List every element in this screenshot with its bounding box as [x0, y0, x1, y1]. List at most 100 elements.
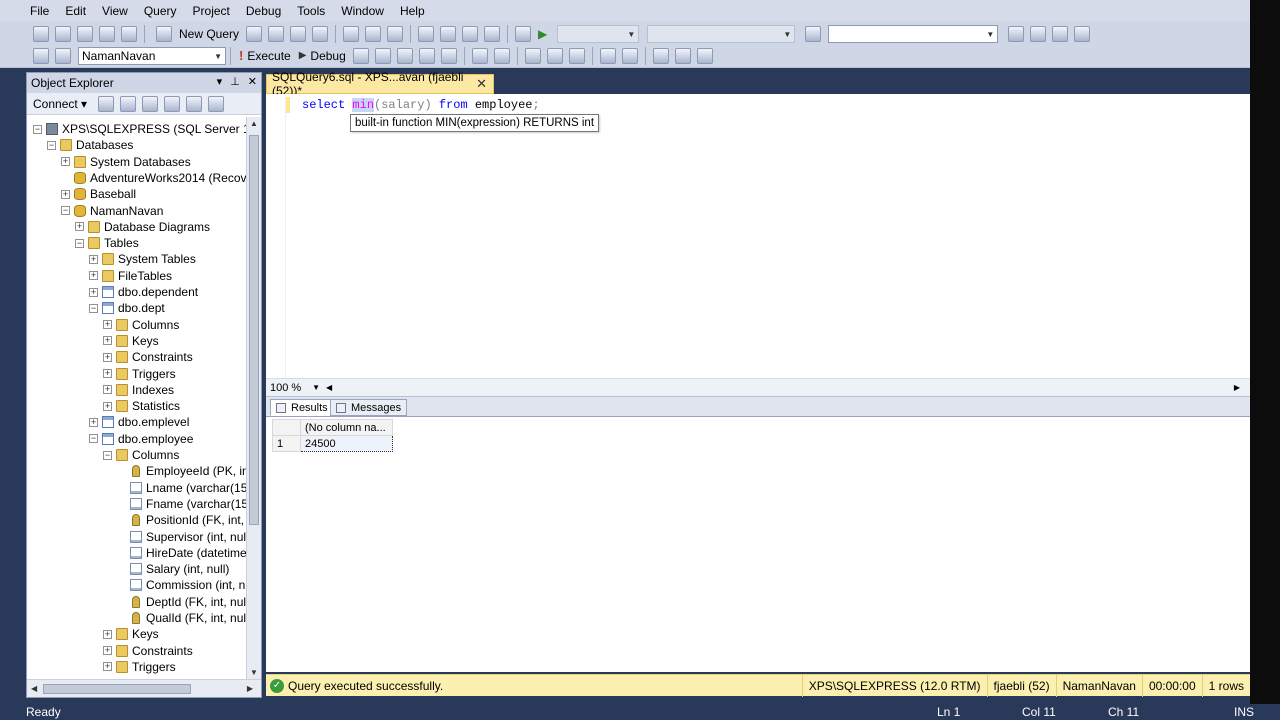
solution-platform-dropdown[interactable]: ▼: [647, 24, 796, 43]
tree-node[interactable]: + dbo.dependent: [89, 284, 198, 300]
navigate-icon[interactable]: [462, 25, 479, 42]
tree-node[interactable]: Commission (int, nul: [117, 577, 246, 593]
client-statistics-icon[interactable]: [493, 47, 510, 64]
toolbox-icon[interactable]: [1074, 25, 1091, 42]
tree-node[interactable]: Salary (int, null): [117, 561, 229, 577]
expand-icon[interactable]: +: [61, 157, 70, 167]
menu-tools[interactable]: Tools: [289, 0, 333, 22]
decrease-indent-icon[interactable]: [652, 47, 669, 64]
find-combo[interactable]: ▼: [828, 24, 999, 43]
tree-node[interactable]: PositionId (FK, int, nu: [117, 512, 246, 528]
tree-node[interactable]: + Triggers: [103, 659, 176, 675]
tree-node[interactable]: + FileTables: [89, 268, 172, 284]
results-to-text-icon[interactable]: [524, 47, 541, 64]
tree-node[interactable]: HireDate (datetime,: [117, 545, 246, 561]
tree-node[interactable]: + Constraints: [103, 643, 193, 659]
specify-values-icon[interactable]: [696, 47, 713, 64]
estimated-plan-icon[interactable]: [396, 47, 413, 64]
intellisense-icon[interactable]: [440, 47, 457, 64]
collapse-icon[interactable]: −: [103, 450, 112, 460]
expand-icon[interactable]: +: [103, 385, 112, 395]
expand-icon[interactable]: +: [103, 646, 112, 656]
expand-icon[interactable]: +: [89, 254, 98, 264]
zoom-select[interactable]: 100 % ▼: [266, 380, 324, 396]
tree-node[interactable]: Fname (varchar(15),: [117, 496, 246, 512]
undo-icon[interactable]: [418, 25, 435, 42]
tree-node[interactable]: + System Tables: [89, 251, 196, 267]
tree-node[interactable]: − NamanNavan: [61, 203, 163, 219]
tree-node[interactable]: − Columns: [103, 447, 179, 463]
tab-sqlquery6[interactable]: SQLQuery6.sql - XPS...avan (fjaebli (52)…: [266, 70, 494, 98]
menu-query[interactable]: Query: [136, 0, 185, 22]
tree-node[interactable]: + Statistics: [103, 398, 180, 414]
menu-project[interactable]: Project: [185, 0, 238, 22]
filter-icon[interactable]: [164, 95, 181, 112]
save-all-icon[interactable]: [121, 25, 137, 42]
debug-target-icon[interactable]: [515, 25, 532, 42]
tree-node[interactable]: − Tables: [75, 235, 139, 251]
tree-node[interactable]: + Triggers: [103, 366, 176, 382]
tree-node[interactable]: EmployeeId (PK, int,: [117, 463, 246, 479]
add-item-icon[interactable]: [55, 25, 71, 42]
menu-help[interactable]: Help: [392, 0, 433, 22]
uncomment-icon[interactable]: [621, 47, 638, 64]
debug-button[interactable]: ▶ Debug: [295, 49, 350, 63]
scroll-up-icon[interactable]: ▲: [250, 119, 258, 128]
mdx-query-icon[interactable]: [290, 25, 307, 42]
tree-node[interactable]: + Keys: [103, 626, 159, 642]
scroll-down-icon[interactable]: ▼: [250, 668, 258, 677]
tree-vertical-scrollbar[interactable]: ▲ ▼: [246, 117, 261, 679]
expand-icon[interactable]: +: [89, 271, 98, 281]
scroll-left-icon[interactable]: ◀: [326, 383, 332, 392]
row-number[interactable]: 1: [272, 435, 301, 452]
tree-node[interactable]: + dbo.emplevel: [89, 414, 189, 430]
scroll-left-icon[interactable]: ◀: [31, 684, 37, 693]
tree-node[interactable]: AdventureWorks2014 (Recovery: [61, 170, 246, 186]
menu-view[interactable]: View: [94, 0, 136, 22]
tree-node[interactable]: + Columns: [103, 317, 179, 333]
menu-file[interactable]: File: [22, 0, 57, 22]
redo-icon[interactable]: [440, 25, 457, 42]
tree-node[interactable]: + Baseball: [61, 186, 136, 202]
execute-button[interactable]: ! Execute: [235, 48, 295, 63]
properties-icon[interactable]: [1052, 25, 1069, 42]
column-header[interactable]: (No column na...: [300, 419, 393, 436]
registered-servers-icon[interactable]: [1008, 25, 1025, 42]
parse-icon[interactable]: [374, 47, 391, 64]
find-icon[interactable]: [484, 25, 501, 42]
start-icon[interactable]: ▶: [534, 27, 551, 41]
close-tab-icon[interactable]: ✕: [476, 76, 487, 92]
expand-icon[interactable]: +: [103, 336, 112, 346]
expand-icon[interactable]: +: [103, 369, 112, 378]
menu-window[interactable]: Window: [333, 0, 392, 22]
result-cell[interactable]: 24500: [300, 435, 393, 452]
analysis-query-icon[interactable]: [268, 25, 285, 42]
change-connection-icon[interactable]: [55, 47, 71, 64]
solution-config-dropdown[interactable]: ▼: [557, 24, 640, 43]
expand-icon[interactable]: +: [61, 189, 70, 199]
database-select[interactable]: NamanNavan ▼: [78, 46, 226, 65]
save-icon[interactable]: [99, 25, 115, 42]
tree-horizontal-scrollbar[interactable]: ◀ ▶: [27, 679, 261, 697]
scroll-right-icon[interactable]: ▶: [1234, 383, 1240, 392]
find-in-files-icon[interactable]: [805, 25, 822, 42]
scroll-thumb[interactable]: [43, 684, 191, 694]
collapse-icon[interactable]: −: [89, 303, 98, 313]
increase-indent-icon[interactable]: [674, 47, 691, 64]
menu-edit[interactable]: Edit: [57, 0, 94, 22]
tree-node[interactable]: − dbo.dept: [89, 300, 165, 316]
pin-icon[interactable]: ⊥: [230, 75, 240, 88]
stop-icon[interactable]: [142, 95, 159, 112]
new-query-button[interactable]: New Query: [149, 25, 243, 42]
menu-debug[interactable]: Debug: [238, 0, 289, 22]
xmla-query-icon[interactable]: [312, 25, 329, 42]
paste-icon[interactable]: [387, 25, 404, 42]
tab-messages[interactable]: Messages: [330, 399, 408, 416]
copy-icon[interactable]: [365, 25, 382, 42]
tree-node[interactable]: + System Databases: [61, 154, 191, 170]
comment-icon[interactable]: [599, 47, 616, 64]
tree-node[interactable]: + Keys: [103, 333, 159, 349]
scroll-thumb[interactable]: [249, 135, 259, 525]
cut-icon[interactable]: [343, 25, 360, 42]
scroll-right-icon[interactable]: ▶: [247, 684, 253, 693]
